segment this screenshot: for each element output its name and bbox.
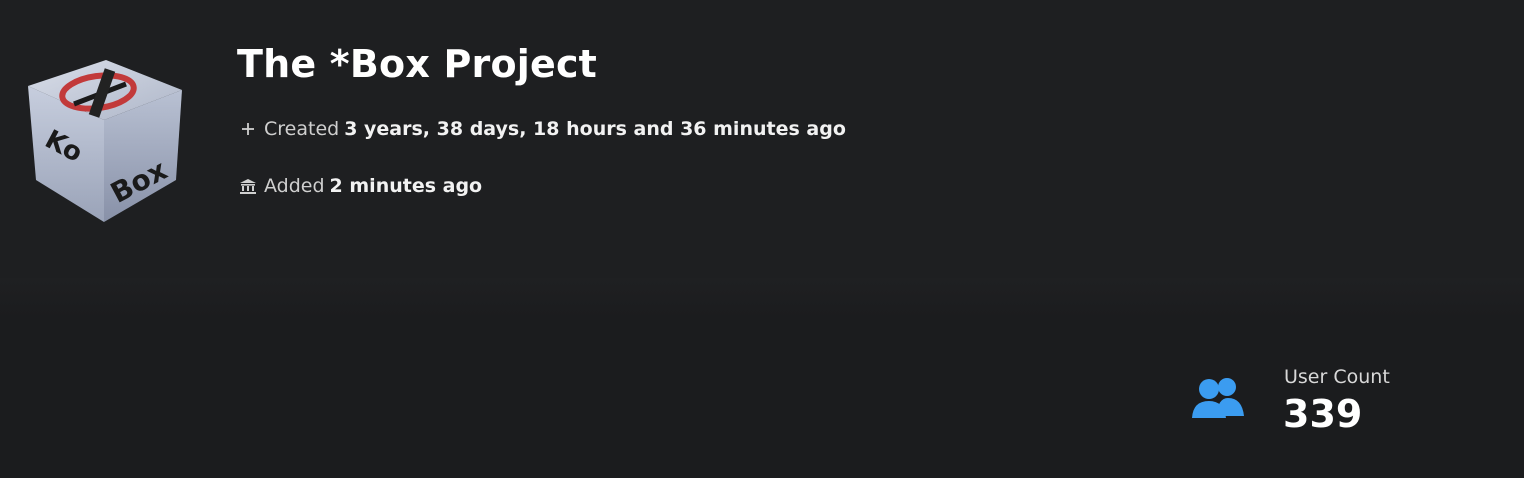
user-count-value: 339 (1283, 392, 1363, 436)
project-logo: Ko Box (22, 54, 190, 226)
added-info: Added 2 minutes ago (239, 175, 482, 197)
users-icon (1190, 376, 1246, 422)
user-count-label: User Count (1284, 366, 1390, 388)
added-label: Added (264, 175, 325, 197)
created-info: Created 3 years, 38 days, 18 hours and 3… (239, 118, 846, 140)
institution-icon (239, 177, 257, 195)
page-title: The *Box Project (237, 42, 598, 86)
plus-icon (239, 120, 257, 138)
created-label: Created (264, 118, 340, 140)
header-divider (0, 278, 1524, 318)
added-value: 2 minutes ago (329, 175, 483, 197)
user-count-stat: User Count 339 (1190, 362, 1490, 442)
created-value: 3 years, 38 days, 18 hours and 36 minute… (344, 118, 846, 140)
